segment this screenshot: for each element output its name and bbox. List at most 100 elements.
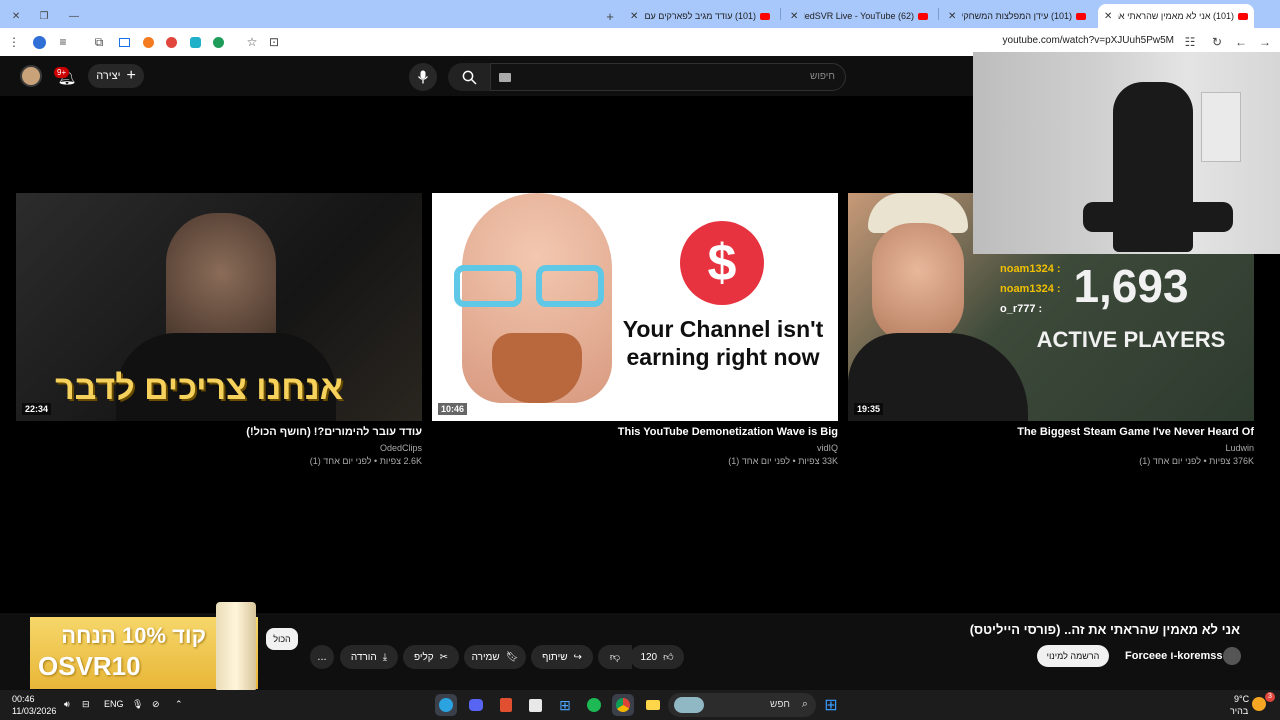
avatar[interactable] <box>20 65 42 87</box>
url-text[interactable]: youtube.com/watch?v=pXJUuh5Pw5M <box>1003 35 1174 46</box>
download-button[interactable]: ⤓ הורדה <box>340 645 398 669</box>
video-title[interactable]: The Biggest Steam Game I've Never Heard … <box>848 426 1254 438</box>
create-label: יצירה <box>96 70 121 82</box>
more-actions-button[interactable]: ... <box>310 645 334 669</box>
reload-icon[interactable]: ↻ <box>1209 34 1225 50</box>
extension-orange-icon[interactable] <box>140 34 156 50</box>
video-thumbnail[interactable]: אנחנו צריכים לדבר 22:34 <box>16 193 422 421</box>
language-indicator[interactable]: ENG <box>104 699 124 709</box>
chevron-up-icon[interactable]: ⌃ <box>175 699 183 710</box>
channel-name[interactable]: Forceee ו-koremss <box>1125 650 1223 662</box>
all-filter-chip[interactable]: הכול <box>266 628 298 650</box>
taskbar-search-input[interactable]: חפש ⌕ <box>668 693 816 717</box>
reading-list-icon[interactable]: ≡ <box>55 34 71 50</box>
video-title[interactable]: עודד עובר להימורים?! (חושף הכול!) <box>16 426 422 438</box>
extension-teal-icon[interactable] <box>187 34 203 50</box>
youtube-favicon-icon <box>760 12 770 20</box>
weather-desc[interactable]: בהיר <box>1230 706 1248 716</box>
thumbnail-caption: Your Channel isn't earning right now <box>622 316 824 370</box>
clock-time[interactable]: 00:46 <box>12 694 35 704</box>
webcam-chair-arm <box>1083 202 1233 232</box>
tab-close-icon[interactable]: ✕ <box>1104 11 1112 22</box>
apps-grid-icon[interactable]: ⊞ <box>554 694 576 716</box>
photos-app-icon[interactable] <box>524 694 546 716</box>
taskbar-search-label: חפש <box>770 699 790 710</box>
streaming-app-icon[interactable] <box>495 694 517 716</box>
bookmark-star-icon[interactable]: ☆ <box>244 34 260 50</box>
extension-green-icon[interactable] <box>210 34 226 50</box>
search-input[interactable]: חיפוש <box>490 63 846 91</box>
telegram-app-icon[interactable] <box>435 694 457 716</box>
window-restore-button[interactable]: ❐ <box>32 4 56 28</box>
clip-button[interactable]: ✂ קליפ <box>403 645 459 669</box>
window-close-button[interactable]: ✕ <box>4 4 28 28</box>
tab-close-icon[interactable]: ✕ <box>790 11 798 22</box>
window-minimize-button[interactable]: — <box>62 4 86 28</box>
cast-icon[interactable]: ⊡ <box>266 34 282 50</box>
voice-search-mic-icon[interactable] <box>409 63 437 91</box>
search-button[interactable] <box>448 63 490 91</box>
keyboard-icon[interactable] <box>499 73 511 82</box>
mute-tray-icon[interactable]: ⊘ <box>152 699 160 710</box>
chrome-app-icon[interactable] <box>612 694 634 716</box>
video-channel[interactable]: OdedClips <box>16 443 422 453</box>
extension-red-icon[interactable] <box>163 34 179 50</box>
video-title[interactable]: This YouTube Demonetization Wave is Big <box>432 426 838 438</box>
promo-code: OSVR10 <box>38 651 141 681</box>
tab-2[interactable]: (101) עידן המפלצות המשחקים ✕ <box>942 4 1092 28</box>
tab-separator <box>938 8 939 20</box>
windows-start-icon[interactable]: ⊞ <box>820 694 842 716</box>
discord-app-icon[interactable] <box>465 694 487 716</box>
tab-4[interactable]: (101) עודד מגיב לפארקים עם ה ✕ <box>624 4 776 28</box>
dollar-icon: $ <box>680 221 764 305</box>
create-button[interactable]: + יצירה <box>88 64 144 88</box>
tab-close-icon[interactable]: ✕ <box>948 11 956 22</box>
extension-screen-icon[interactable] <box>116 34 132 50</box>
subscribe-button[interactable]: הרשמה למינוי <box>1037 645 1109 667</box>
thumbnail-beard <box>492 333 582 403</box>
speaker-icon[interactable]: 🔊︎ <box>64 699 70 710</box>
save-button[interactable]: 🔖︎ שמירה <box>464 645 526 669</box>
thumbnail-glasses <box>536 265 604 307</box>
profile-icon[interactable] <box>31 34 47 50</box>
tab-separator <box>780 8 781 20</box>
scissors-icon: ✂ <box>439 651 449 663</box>
weather-sun-icon <box>1252 697 1266 711</box>
new-tab-button[interactable]: + <box>600 4 620 28</box>
video-thumbnail[interactable]: $ Your Channel isn't earning right now 1… <box>432 193 838 421</box>
mic-tray-icon[interactable]: 🎙︎ <box>132 699 143 710</box>
forward-arrow-icon[interactable]: → <box>1257 34 1273 50</box>
video-duration: 22:34 <box>22 403 52 415</box>
bookmark-icon: 🔖︎ <box>505 651 519 663</box>
back-arrow-icon[interactable]: ← <box>1233 34 1249 50</box>
thumbs-down-icon: 👎︎ <box>609 652 621 663</box>
spotify-app-icon[interactable] <box>583 694 605 716</box>
plus-icon: + <box>126 67 136 84</box>
tab-close-icon[interactable]: ✕ <box>630 11 638 22</box>
clock-date[interactable]: 11/03/2026 <box>12 706 56 716</box>
webcam-monitor <box>1201 92 1241 162</box>
video-meta: 376K צפיות • לפני יום אחד (1) <box>1139 456 1254 466</box>
extensions-icon[interactable]: ⧉ <box>91 34 107 50</box>
file-explorer-icon[interactable] <box>642 694 664 716</box>
like-button[interactable]: 👍︎ 120 <box>630 645 684 669</box>
dislike-button[interactable]: 👎︎ <box>598 645 632 669</box>
tab-current[interactable]: (101) אני לא מאמין שהראתי את ✕ <box>1098 4 1254 28</box>
notification-badge: 9+ <box>54 67 70 78</box>
thumbs-up-icon: 👍︎ <box>663 652 674 663</box>
windows-taskbar <box>0 690 1280 720</box>
weather-temp[interactable]: 9°C <box>1234 694 1249 704</box>
webcam-overlay <box>973 52 1280 254</box>
search-placeholder: חיפוש <box>810 71 835 82</box>
watch-title: אני לא מאמין שהראתי את זה.. (פורסי היילי… <box>969 622 1240 637</box>
channel-avatar[interactable] <box>1223 647 1241 665</box>
site-settings-icon[interactable]: ☷ <box>1182 34 1198 50</box>
video-channel[interactable]: vidIQ <box>432 443 838 453</box>
share-button[interactable]: ↪ שיתוף <box>531 645 593 669</box>
video-channel[interactable]: Ludwin <box>848 443 1254 453</box>
menu-dots-icon[interactable]: ⋮ <box>6 34 22 50</box>
share-arrow-icon: ↪ <box>573 651 582 663</box>
address-bar[interactable]: ☆ ⊡ youtube.com/watch?v=pXJUuh5Pw5M ☷ <box>240 31 1280 53</box>
network-icon[interactable]: ⊟ <box>82 699 90 710</box>
tab-3[interactable]: (62) OdedSVR Live - YouTube ✕ <box>784 4 934 28</box>
